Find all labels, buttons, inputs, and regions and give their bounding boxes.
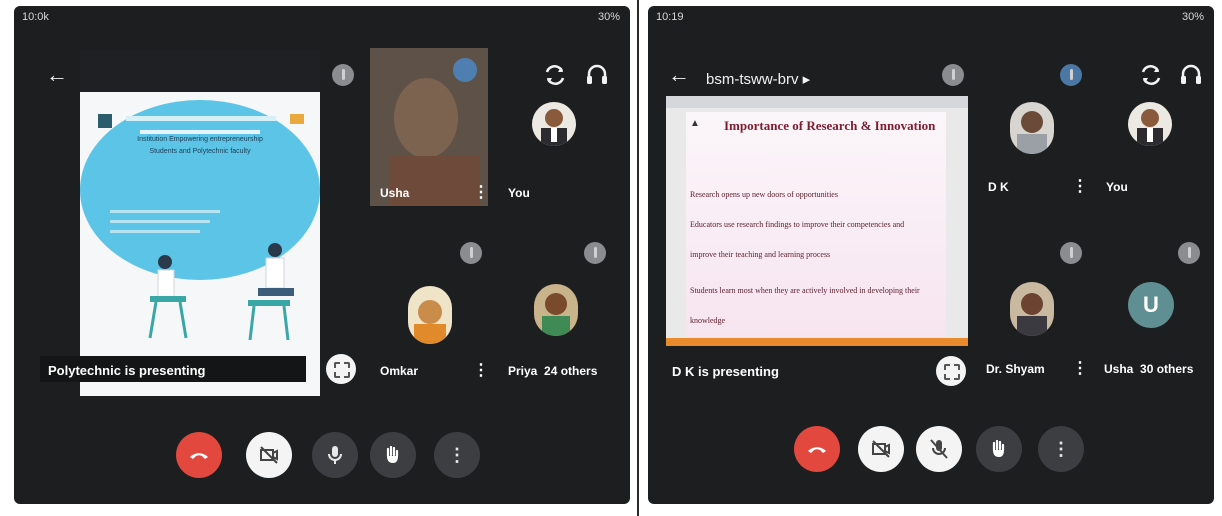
status-bar: 10:0k 30% — [14, 6, 630, 28]
participant-name-dk: D K — [988, 180, 1009, 194]
others-count[interactable]: 24 others — [544, 364, 597, 378]
camera-off-icon — [260, 446, 278, 464]
fullscreen-icon[interactable] — [936, 356, 966, 386]
mic-muted-icon — [332, 64, 354, 86]
more-options-icon[interactable]: ⋮ — [473, 360, 489, 380]
raise-hand-icon — [386, 445, 399, 463]
microphone-icon — [328, 446, 342, 464]
presentation-slide — [80, 50, 320, 396]
more-options-icon[interactable]: ⋮ — [473, 182, 489, 202]
battery-level: 30% — [1181, 11, 1204, 23]
microphone-off-icon — [930, 439, 948, 459]
battery-level: 30% — [597, 11, 620, 23]
more-vert-icon: ⋮ — [1052, 438, 1070, 459]
usha-name-text: Usha — [1104, 362, 1134, 376]
omkar-avatar-photo — [414, 300, 446, 344]
raise-hand-button[interactable] — [976, 426, 1022, 472]
browser-toolbar — [666, 96, 968, 108]
camera-toggle-button[interactable] — [246, 432, 292, 478]
slide-title: Importance of Research & Innovation — [724, 118, 936, 133]
participant-name-usha: Usha — [380, 186, 410, 200]
caret-up-icon: ▲ — [690, 118, 700, 129]
slide-heading-1: Institution Empowering entrepreneurship — [137, 136, 263, 143]
status-time: 10:0k — [22, 11, 49, 23]
mic-muted-icon — [942, 64, 964, 86]
audio-output-icon[interactable] — [1178, 62, 1204, 88]
presenting-label: D K is presenting — [672, 364, 779, 379]
mic-muted-icon — [1060, 242, 1082, 264]
dk-avatar-photo — [1017, 111, 1047, 154]
slide-bullet: knowledge — [690, 316, 726, 325]
back-arrow-icon[interactable]: ← — [668, 64, 690, 86]
avatar-priya — [534, 284, 578, 336]
priya-avatar-photo — [542, 293, 570, 336]
slide-bullet: Educators use research findings to impro… — [690, 220, 905, 229]
speaking-indicator-icon — [1060, 64, 1082, 86]
avatar-letter: U — [1143, 292, 1159, 317]
right-meet-screen: 10:19 30% ← bsm-tsww-brv ▸ Importance of… — [648, 6, 1214, 504]
fullscreen-icon[interactable] — [326, 354, 356, 384]
slide-bullet: improve their teaching and learning proc… — [690, 250, 831, 259]
audio-output-icon[interactable] — [584, 62, 610, 88]
screenshot-divider — [637, 0, 639, 516]
more-options-icon[interactable]: ⋮ — [1072, 358, 1088, 378]
you-avatar-photo — [541, 109, 567, 146]
avatar-dk — [1010, 102, 1054, 154]
more-options-button[interactable]: ⋮ — [1038, 426, 1084, 472]
slide-bottom-bar — [666, 338, 968, 346]
end-call-icon — [190, 453, 208, 459]
raise-hand-icon — [992, 439, 1005, 457]
left-meet-screen: 10:0k 30% ← bsm-tsww-brv ▸ — [14, 6, 630, 504]
end-call-button[interactable] — [176, 432, 222, 478]
meeting-title[interactable]: bsm-tsww-brv ▸ — [706, 70, 810, 88]
more-options-button[interactable]: ⋮ — [434, 432, 480, 478]
microphone-button[interactable] — [312, 432, 358, 478]
you-avatar-photo — [1137, 109, 1163, 146]
slide-bullet: Research opens up new doors of opportuni… — [690, 190, 838, 199]
end-call-button[interactable] — [794, 426, 840, 472]
priya-name-text: Priya — [508, 364, 538, 378]
camera-toggle-button[interactable] — [858, 426, 904, 472]
participant-name-usha: Usha 30 others — [1104, 362, 1193, 376]
presentation-view[interactable]: Importance of Research & Innovation ▲ Re… — [666, 96, 968, 346]
participant-name-omkar: Omkar — [380, 364, 419, 378]
more-options-icon[interactable]: ⋮ — [1072, 176, 1088, 196]
end-call-icon — [808, 447, 826, 453]
mic-muted-icon — [584, 242, 606, 264]
participant-name-dr-shyam: Dr. Shyam — [986, 362, 1045, 376]
raise-hand-button[interactable] — [370, 432, 416, 478]
avatar-you — [532, 102, 576, 146]
participant-video-usha[interactable] — [370, 48, 488, 206]
switch-camera-icon[interactable] — [1138, 62, 1164, 88]
camera-off-icon — [872, 440, 890, 458]
usha-video-frame — [370, 48, 488, 206]
participant-name-you: You — [1106, 180, 1128, 194]
status-bar: 10:19 30% — [648, 6, 1214, 28]
participant-name-priya: Priya 24 others — [508, 364, 597, 378]
switch-camera-icon[interactable] — [542, 62, 568, 88]
microphone-button[interactable] — [916, 426, 962, 472]
slide-heading-2: Students and Polytechnic faculty — [149, 148, 251, 155]
mic-muted-icon — [1178, 242, 1200, 264]
avatar-usha: U — [1128, 282, 1174, 328]
presentation-view[interactable]: Institution Empowering entrepreneurship … — [80, 50, 320, 396]
avatar-omkar — [408, 286, 452, 344]
status-time: 10:19 — [656, 11, 684, 23]
dr-shyam-avatar-photo — [1017, 293, 1047, 336]
slide-bullet: Students learn most when they are active… — [690, 286, 920, 295]
participant-name-you: You — [508, 186, 530, 200]
others-count[interactable]: 30 others — [1140, 362, 1193, 376]
more-vert-icon: ⋮ — [448, 444, 466, 465]
presenting-label: Polytechnic is presenting — [48, 363, 206, 378]
avatar-dr-shyam — [1010, 282, 1054, 336]
back-arrow-icon[interactable]: ← — [46, 64, 68, 86]
meeting-title-text: bsm-tsww-brv — [706, 71, 799, 88]
avatar-you — [1128, 102, 1172, 146]
mic-muted-icon — [460, 242, 482, 264]
